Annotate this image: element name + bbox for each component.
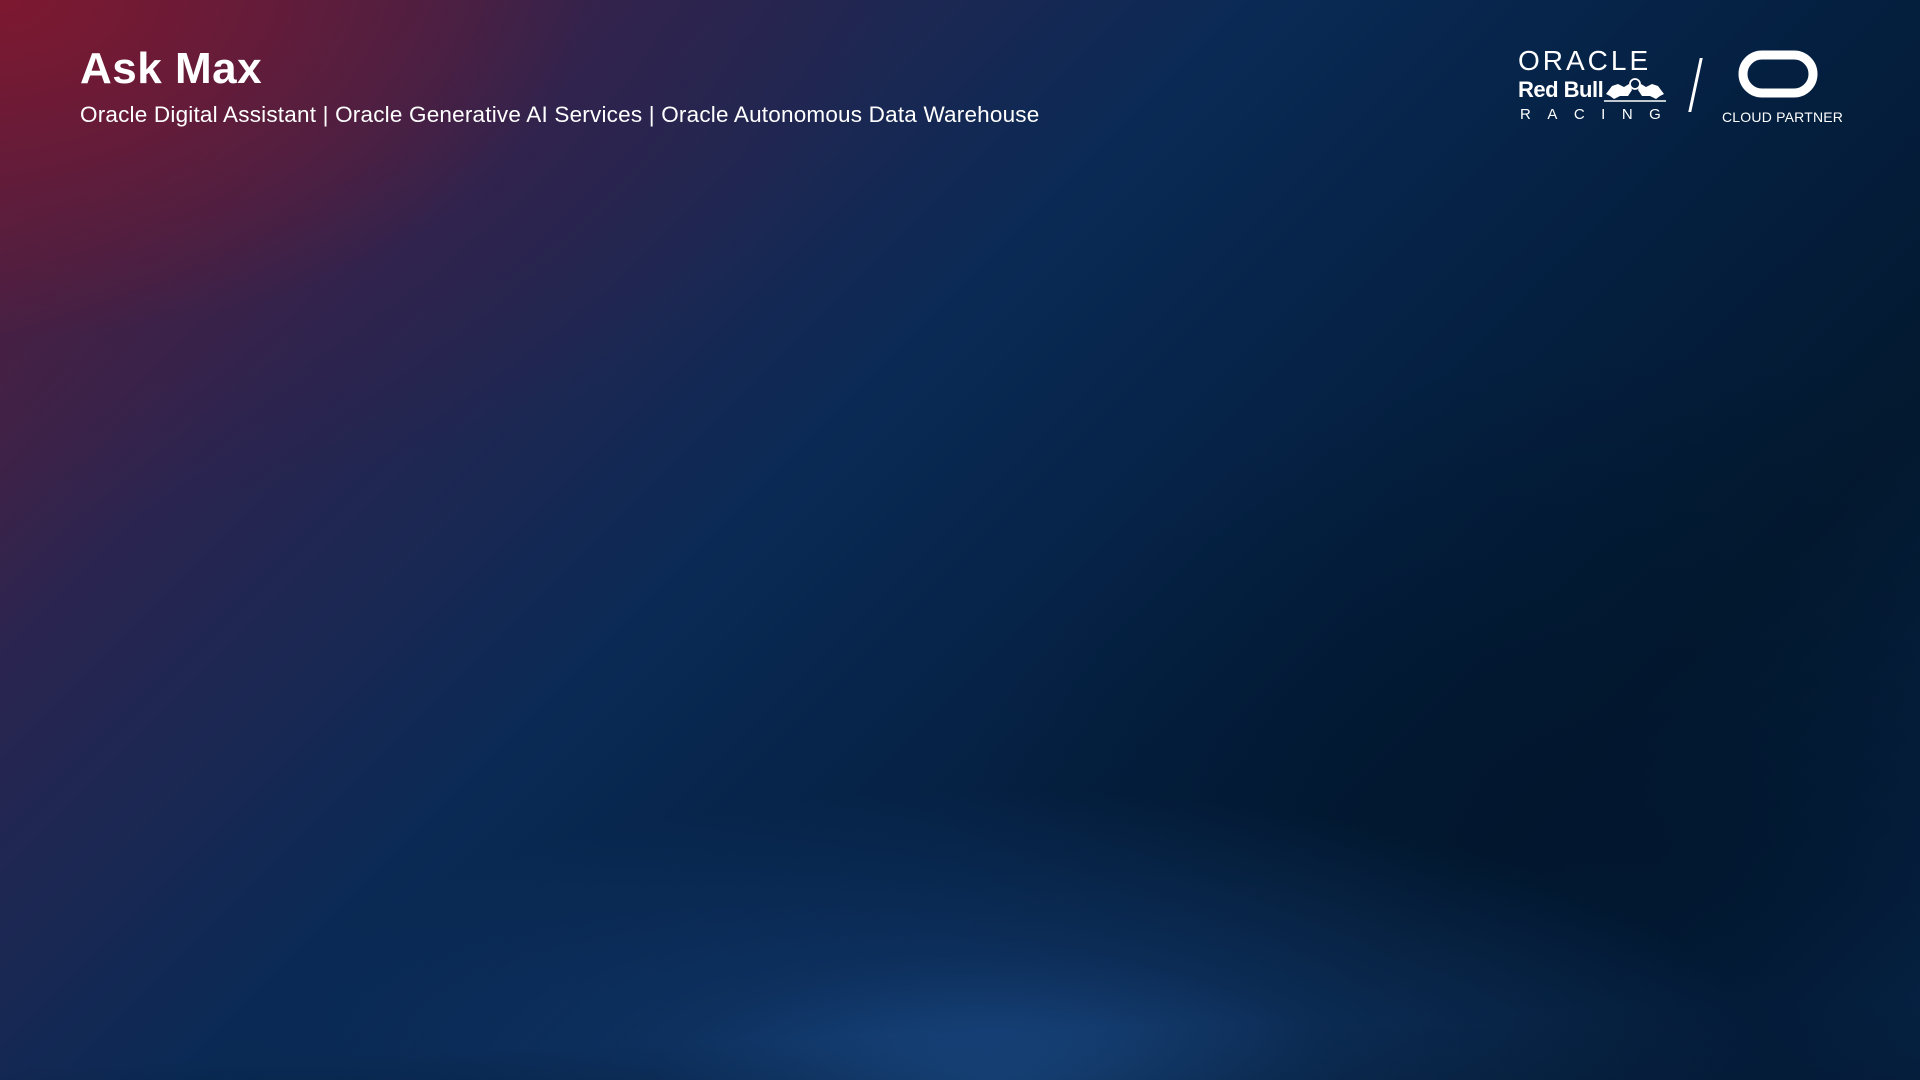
racing-wordmark: RACING [1520,106,1678,123]
partner-logo-group: ORACLE Red Bull RACING CLOUD PARTNER [1518,45,1843,128]
page-subtitle: Oracle Digital Assistant | Oracle Genera… [80,102,1040,127]
background-bottom-shade [0,1000,1920,1080]
page-header: Ask Max Oracle Digital Assistant | Oracl… [80,40,1039,130]
red-bull-bulls-icon [1604,78,1666,102]
oracle-wordmark-logo: ORACLE [1518,45,1652,76]
oracle-o-icon [1738,50,1818,98]
logo-divider-slash [1688,58,1703,112]
cloud-partner-label: CLOUD PARTNER [1722,109,1844,125]
background-gradient [0,0,1920,1080]
page-title: Ask Max [80,44,263,93]
redbull-wordmark-logo: Red Bull [1518,77,1604,102]
